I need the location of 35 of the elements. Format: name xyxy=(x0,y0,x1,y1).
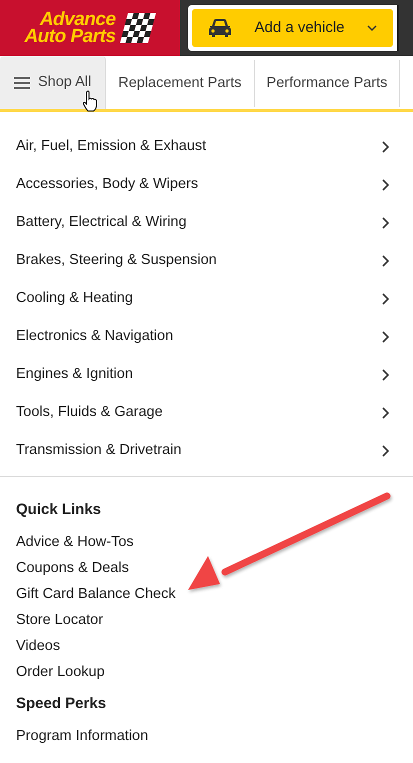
category-item[interactable]: Transmission & Drivetrain xyxy=(0,432,413,470)
chevron-right-icon xyxy=(382,255,389,267)
category-item[interactable]: Battery, Electrical & Wiring xyxy=(0,204,413,242)
link[interactable]: Videos xyxy=(16,633,397,659)
link[interactable]: Advice & How-Tos xyxy=(16,529,397,555)
link[interactable]: Gift Card Balance Check xyxy=(16,581,397,607)
section-heading: Speed Perks xyxy=(16,695,108,713)
category-item[interactable]: Electronics & Navigation xyxy=(0,318,413,356)
chevron-down-icon xyxy=(367,25,377,31)
category-item[interactable]: Engines & Ignition xyxy=(0,356,413,394)
chevron-right-icon xyxy=(382,179,389,191)
car-icon xyxy=(208,18,232,38)
add-vehicle-button[interactable]: Add a vehicle xyxy=(192,9,393,47)
logo-text: Advance Auto Parts xyxy=(24,11,116,45)
chevron-right-icon xyxy=(382,369,389,381)
section-heading: Quick Links xyxy=(16,501,102,519)
checkered-flag-icon xyxy=(120,11,156,45)
category-item[interactable]: Brakes, Steering & Suspension xyxy=(0,242,413,280)
nav-tab[interactable]: Shop All xyxy=(0,56,106,109)
link[interactable]: Order Lookup xyxy=(16,659,397,685)
chevron-right-icon xyxy=(382,293,389,305)
chevron-right-icon xyxy=(382,217,389,229)
chevron-right-icon xyxy=(382,331,389,343)
chevron-right-icon xyxy=(382,141,389,153)
category-item[interactable]: Air, Fuel, Emission & Exhaust xyxy=(0,128,413,166)
chevron-right-icon xyxy=(382,407,389,419)
link[interactable]: Program Information xyxy=(16,723,397,749)
category-item[interactable]: Cooling & Heating xyxy=(0,280,413,318)
link[interactable]: Coupons & Deals xyxy=(16,555,397,581)
link[interactable]: Store Locator xyxy=(16,607,397,633)
chevron-right-icon xyxy=(382,445,389,457)
hand-cursor-icon xyxy=(82,90,98,112)
category-item[interactable]: Accessories, Body & Wipers xyxy=(0,166,413,204)
menu-icon xyxy=(14,76,30,88)
category-item[interactable]: Tools, Fluids & Garage xyxy=(0,394,413,432)
